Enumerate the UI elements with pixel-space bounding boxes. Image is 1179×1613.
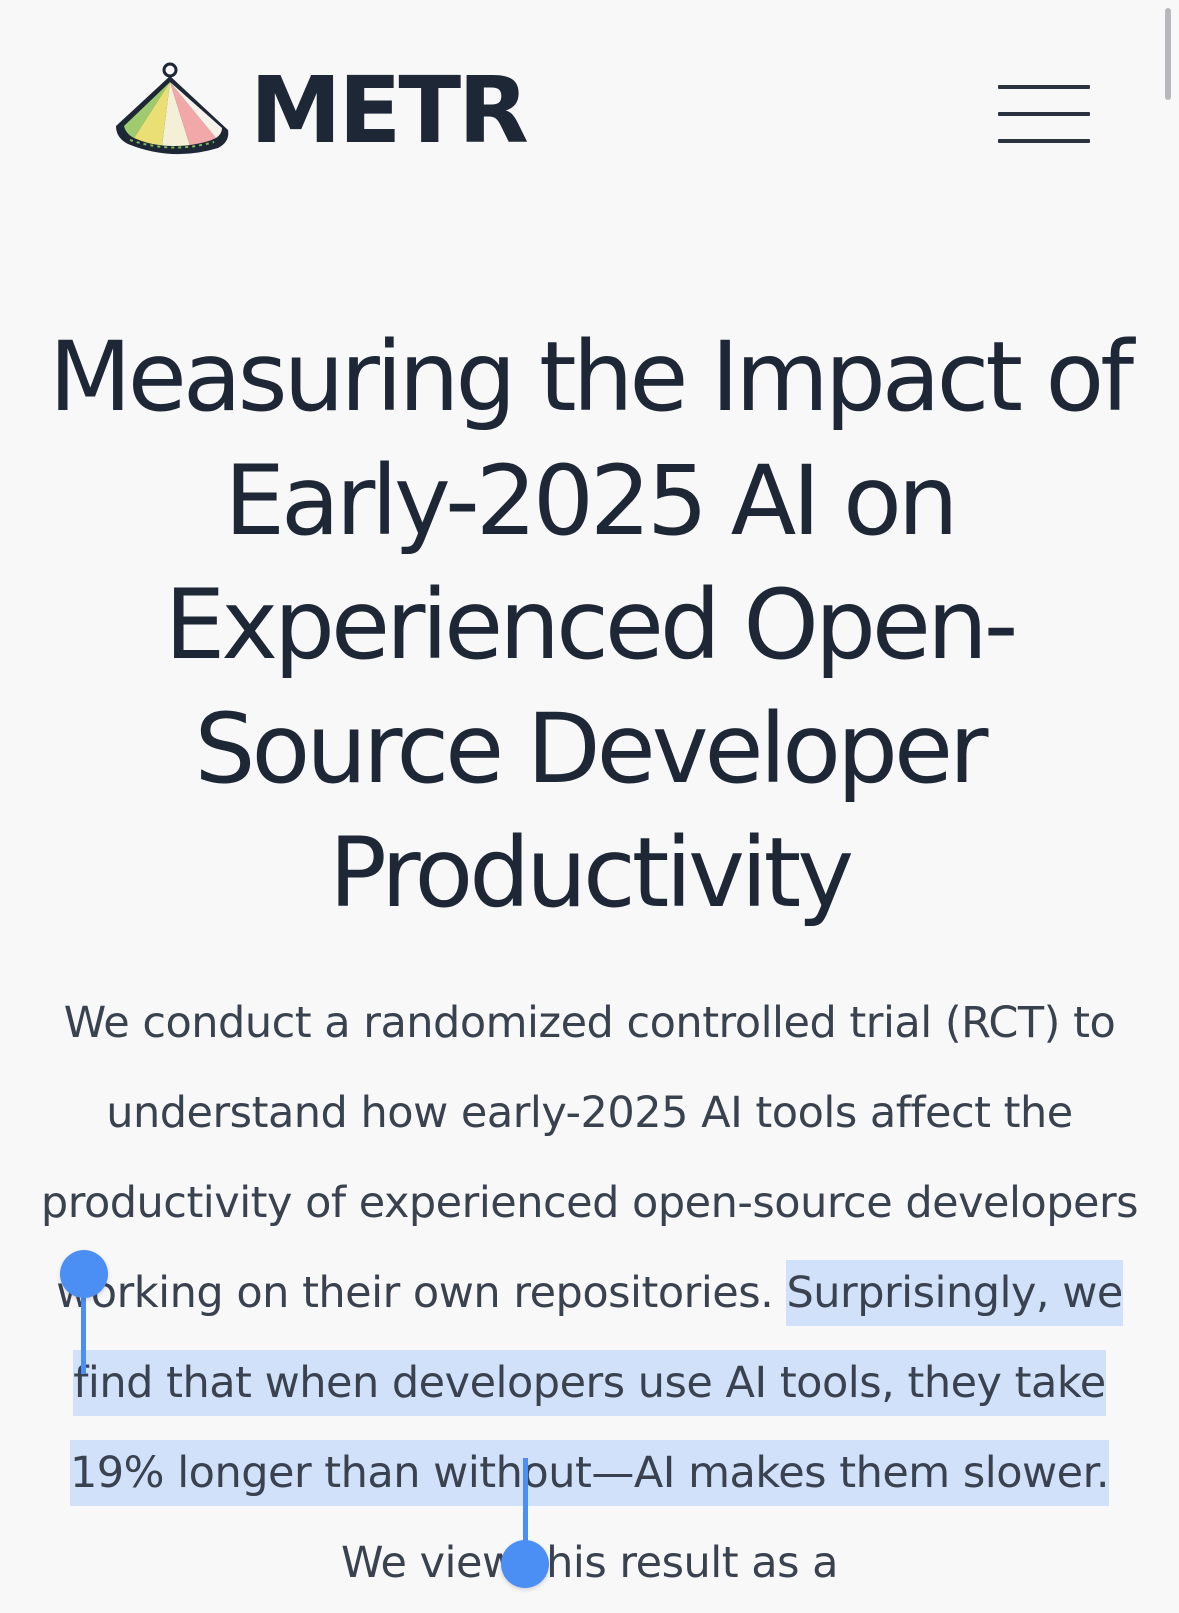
article-title: Measuring the Impact of Early-2025 AI on…: [48, 321, 1134, 929]
menu-line: [998, 139, 1090, 143]
abstract-text-continued: We view this result as a: [340, 1538, 839, 1588]
menu-line: [998, 112, 1090, 116]
brand-name: METR: [250, 57, 529, 164]
selection-start-handle[interactable]: [60, 1250, 108, 1298]
page: METR Measuring the Impact of Early-2025 …: [0, 0, 1179, 1613]
menu-line: [998, 85, 1090, 89]
article-abstract: We conduct a randomized controlled trial…: [40, 978, 1139, 1608]
logo-link[interactable]: METR: [112, 57, 529, 164]
site-header: METR: [0, 0, 1179, 230]
selection-end-handle[interactable]: [501, 1540, 549, 1588]
hamburger-menu-icon[interactable]: [998, 82, 1090, 146]
metr-logo-icon: [116, 62, 229, 155]
